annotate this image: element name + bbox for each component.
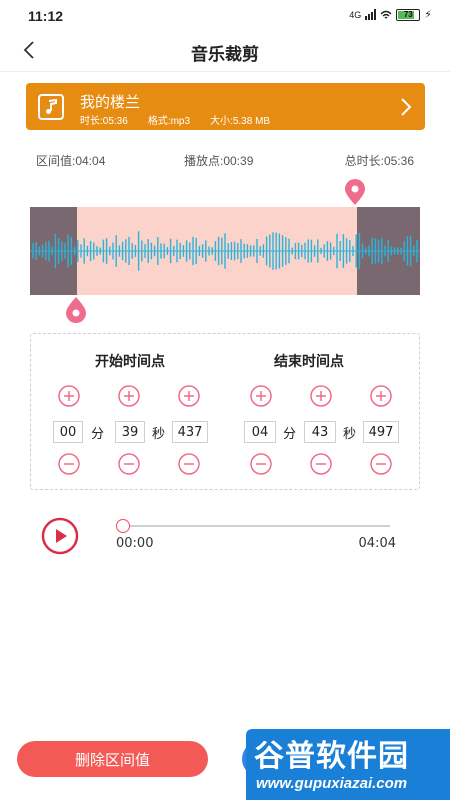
song-name: 我的楼兰 xyxy=(80,94,141,111)
watermark-url: www.gupuxiazai.com xyxy=(256,775,408,792)
status-bar: 11:12 4G 73 ⚡ xyxy=(0,0,450,32)
player-total-time: 04:04 xyxy=(358,536,396,551)
progress-track[interactable] xyxy=(122,525,390,527)
chevron-right-icon xyxy=(401,98,412,116)
start-minute-field[interactable]: 00 xyxy=(53,421,83,443)
end-milli-field[interactable]: 497 xyxy=(363,421,399,443)
start-second-field[interactable]: 39 xyxy=(115,421,145,443)
end-milli-minus-icon[interactable] xyxy=(370,453,392,475)
start-marker-handle[interactable] xyxy=(64,296,88,324)
song-size: 大小:5.38 MB xyxy=(210,116,271,127)
watermark-logo: 谷普软件园 www.gupuxiazai.com xyxy=(246,729,450,800)
interval-value: 区间值:04:04 xyxy=(36,154,106,168)
waveform[interactable] xyxy=(30,207,420,295)
total-duration: 总时长:05:36 xyxy=(344,154,414,168)
end-minute-minus-icon[interactable] xyxy=(250,453,272,475)
end-minute-field[interactable]: 04 xyxy=(244,421,276,443)
song-format: 格式:mp3 xyxy=(147,116,191,127)
app-header: 音乐裁剪 xyxy=(0,32,450,72)
end-minute-unit: 分 xyxy=(283,426,297,441)
song-duration: 时长:05:36 xyxy=(80,116,128,127)
start-milli-minus-icon[interactable] xyxy=(178,453,200,475)
music-note-icon xyxy=(38,94,64,120)
play-icon[interactable] xyxy=(41,517,79,555)
end-minute-plus-icon[interactable] xyxy=(250,385,272,407)
start-minute-unit: 分 xyxy=(91,426,105,441)
start-second-unit: 秒 xyxy=(152,426,166,441)
play-point: 播放点:00:39 xyxy=(184,154,254,168)
start-minute-plus-icon[interactable] xyxy=(58,385,80,407)
watermark-logo-text: 谷普软件园 xyxy=(254,740,409,773)
end-second-plus-icon[interactable] xyxy=(310,385,332,407)
song-card[interactable]: 我的楼兰 时长:05:36 格式:mp3 大小:5.38 MB xyxy=(26,83,425,130)
start-milli-field[interactable]: 437 xyxy=(172,421,208,443)
end-time-title: 结束时间点 xyxy=(274,353,344,369)
song-meta: 时长:05:36 格式:mp3 大小:5.38 MB xyxy=(80,112,270,127)
waveform-bars xyxy=(30,231,420,271)
end-marker-handle[interactable] xyxy=(343,178,367,206)
status-icons: 4G 73 ⚡ xyxy=(349,8,432,21)
signal-icon xyxy=(365,9,377,20)
start-second-plus-icon[interactable] xyxy=(118,385,140,407)
status-time: 11:12 xyxy=(28,8,64,24)
delete-interval-button[interactable]: 删除区间值 xyxy=(17,741,208,777)
start-milli-plus-icon[interactable] xyxy=(178,385,200,407)
current-time: 00:00 xyxy=(116,536,154,551)
end-milli-plus-icon[interactable] xyxy=(370,385,392,407)
start-second-minus-icon[interactable] xyxy=(118,453,140,475)
end-second-minus-icon[interactable] xyxy=(310,453,332,475)
start-minute-minus-icon[interactable] xyxy=(58,453,80,475)
start-time-title: 开始时间点 xyxy=(95,353,165,369)
progress-knob[interactable] xyxy=(116,519,130,533)
battery-icon: 73 xyxy=(396,8,421,21)
end-second-field[interactable]: 43 xyxy=(304,421,336,443)
network-label: 4G xyxy=(349,9,362,20)
wifi-icon xyxy=(380,10,392,19)
time-adjust-panel: 开始时间点 结束时间点 00 分 39 秒 437 04 分 43 秒 497 xyxy=(30,333,420,490)
page-title: 音乐裁剪 xyxy=(191,45,259,64)
charging-icon: ⚡ xyxy=(424,9,432,21)
end-second-unit: 秒 xyxy=(343,426,357,441)
battery-level: 73 xyxy=(403,10,413,19)
